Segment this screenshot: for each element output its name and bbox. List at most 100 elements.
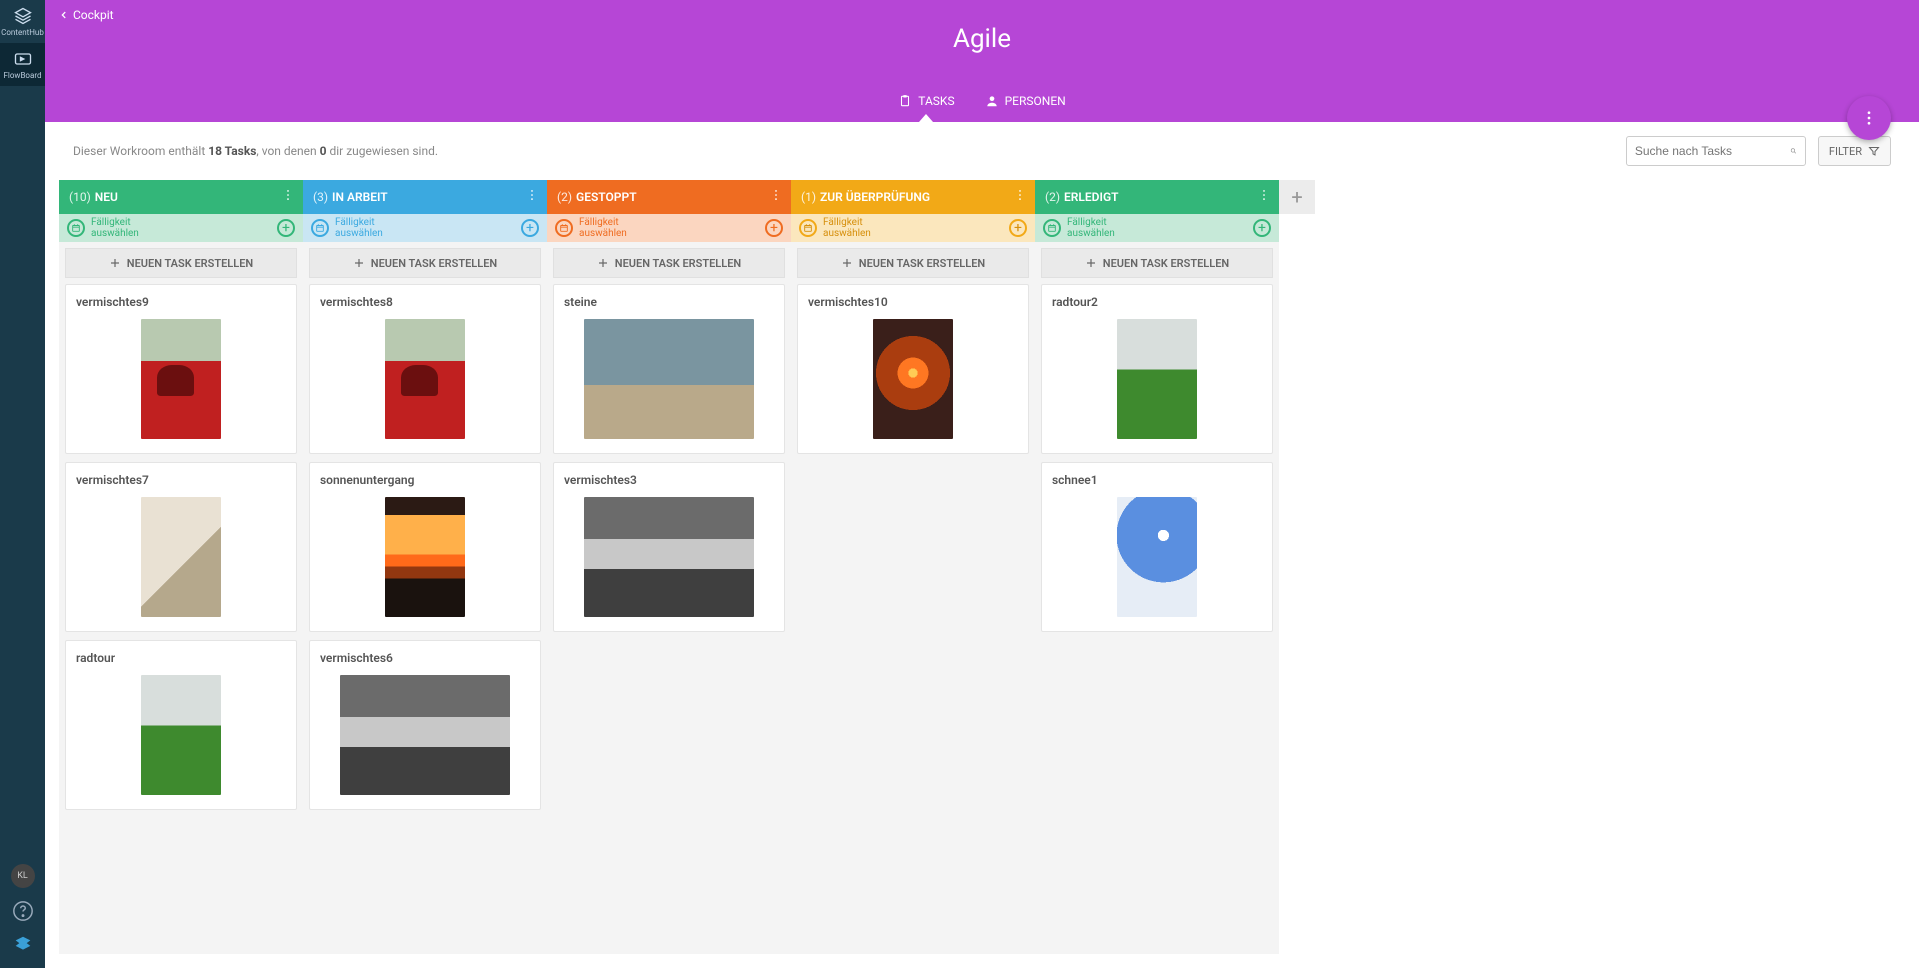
breadcrumb-back[interactable]: Cockpit [59,8,114,22]
column-header[interactable]: (2) ERLEDIGT [1035,180,1279,214]
rail-item-flowboard[interactable]: FlowBoard [0,43,45,86]
flow-icon [13,49,33,69]
board-scroll[interactable]: (10) NEU Fälligkeitauswählen + NEUEN TASK E… [45,180,1919,968]
user-avatar[interactable]: KL [11,864,35,888]
more-vert-icon [1013,188,1027,202]
summary-text: Dieser Workroom enthält 18 Tasks, von de… [73,144,438,158]
new-task-button[interactable]: NEUEN TASK ERSTELLEN [553,248,785,278]
calendar-icon [555,219,573,237]
column-count: (2) [1045,190,1060,204]
task-card[interactable]: vermischtes3 [553,462,785,632]
add-due-button[interactable]: + [277,219,295,237]
view-tabs: TASKS PERSONEN [45,94,1919,122]
card-title: vermischtes3 [564,473,774,487]
card-thumbnail [385,319,465,439]
task-card[interactable]: schnee1 [1041,462,1273,632]
due-label: Fälligkeitauswählen [335,217,383,239]
add-due-button[interactable]: + [1253,219,1271,237]
task-card[interactable]: vermischtes8 [309,284,541,454]
column-menu-button[interactable] [281,188,295,202]
plus-icon [597,257,609,269]
task-card[interactable]: vermischtes9 [65,284,297,454]
column-count: (1) [801,190,816,204]
plus-icon [353,257,365,269]
column-menu-button[interactable] [1013,188,1027,202]
filter-label: FILTER [1829,145,1862,158]
column-due-row[interactable]: Fälligkeitauswählen+ [1035,214,1279,242]
column-menu-button[interactable] [525,188,539,202]
kanban-column: (10) NEUFälligkeitauswählen+NEUEN TASK E… [59,180,303,954]
tab-people[interactable]: PERSONEN [985,94,1066,114]
tab-tasks[interactable]: TASKS [898,94,954,114]
new-task-button[interactable]: NEUEN TASK ERSTELLEN [65,248,297,278]
task-card[interactable]: radtour [65,640,297,810]
plus-icon [109,257,121,269]
card-title: radtour2 [1052,295,1262,309]
column-title: ERLEDIGT [1064,190,1118,204]
column-menu-button[interactable] [769,188,783,202]
more-vert-icon [281,188,295,202]
column-header[interactable]: (3) IN ARBEIT [303,180,547,214]
column-title: IN ARBEIT [332,190,388,204]
new-task-button[interactable]: NEUEN TASK ERSTELLEN [309,248,541,278]
card-title: steine [564,295,774,309]
card-title: radtour [76,651,286,665]
card-thumbnail [385,497,465,617]
task-card[interactable]: steine [553,284,785,454]
column-due-row[interactable]: Fälligkeitauswählen+ [59,214,303,242]
column-count: (10) [69,190,91,204]
task-card[interactable]: sonnenuntergang [309,462,541,632]
new-task-label: NEUEN TASK ERSTELLEN [371,257,497,270]
rail-label: FlowBoard [0,71,45,80]
card-title: vermischtes7 [76,473,286,487]
column-menu-button[interactable] [1257,188,1271,202]
column-body: NEUEN TASK ERSTELLEN vermischtes9 vermisch… [59,242,303,954]
app-logo-icon[interactable] [12,934,34,956]
card-thumbnail [340,675,510,795]
add-due-button[interactable]: + [765,219,783,237]
task-card[interactable]: vermischtes10 [797,284,1029,454]
search-input[interactable] [1635,144,1790,158]
new-task-label: NEUEN TASK ERSTELLEN [615,257,741,270]
plus-icon [841,257,853,269]
column-header[interactable]: (2) GESTOPPT [547,180,791,214]
new-task-label: NEUEN TASK ERSTELLEN [127,257,253,270]
more-vert-icon [525,188,539,202]
column-body: NEUEN TASK ERSTELLEN vermischtes8sonnenun… [303,242,547,954]
more-actions-fab[interactable] [1847,96,1891,140]
new-task-label: NEUEN TASK ERSTELLEN [859,257,985,270]
layers-icon [13,6,33,26]
filter-button[interactable]: FILTER [1818,136,1891,166]
task-card[interactable]: vermischtes7 [65,462,297,632]
task-card[interactable]: vermischtes6 [309,640,541,810]
add-column-button[interactable]: + [1279,180,1315,214]
add-due-button[interactable]: + [521,219,539,237]
tab-label: TASKS [918,94,954,108]
card-title: vermischtes6 [320,651,530,665]
new-task-button[interactable]: NEUEN TASK ERSTELLEN [797,248,1029,278]
kanban-column: (2) ERLEDIGTFälligkeitauswählen+NEUEN TA… [1035,180,1279,954]
column-title: NEU [95,190,118,204]
search-box[interactable] [1626,136,1806,166]
due-label: Fälligkeitauswählen [823,217,871,239]
card-thumbnail [141,675,221,795]
page-title: Agile [45,0,1919,94]
calendar-icon [1043,219,1061,237]
calendar-icon [311,219,329,237]
add-due-button[interactable]: + [1009,219,1027,237]
column-title: GESTOPPT [576,190,637,204]
column-due-row[interactable]: Fälligkeitauswählen+ [547,214,791,242]
kanban-column: (2) GESTOPPTFälligkeitauswählen+ NEUEN TA… [547,180,791,954]
more-vert-icon [1860,109,1878,127]
column-due-row[interactable]: Fälligkeitauswählen + [791,214,1035,242]
task-card[interactable]: radtour2 [1041,284,1273,454]
clipboard-icon [898,94,912,108]
new-task-button[interactable]: NEUEN TASK ERSTELLEN [1041,248,1273,278]
column-due-row[interactable]: Fälligkeitauswählen + [303,214,547,242]
column-header[interactable]: (10) NEU [59,180,303,214]
rail-item-contenthub[interactable]: ContentHub [0,0,45,43]
card-thumbnail [141,319,221,439]
filter-icon [1868,145,1880,157]
column-header[interactable]: (1) ZUR ÜBERPRÜFUNG [791,180,1035,214]
help-icon[interactable] [12,900,34,922]
